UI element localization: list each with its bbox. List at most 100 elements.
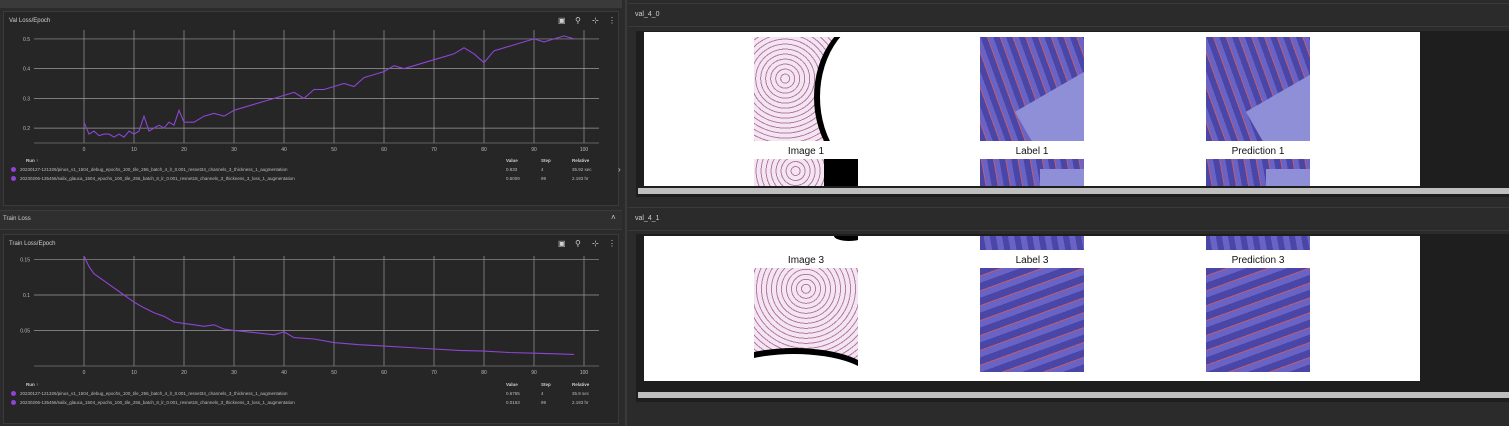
x-tick-label: 0: [83, 147, 86, 153]
image-tile: [754, 159, 858, 186]
value-cell: 0.5009: [506, 176, 520, 181]
val-4-1-header: val_4_1: [628, 207, 1509, 231]
run-name: 20230127-121326/pinus_v1_1504_debug_epoc…: [20, 167, 288, 172]
background-region: [1266, 169, 1310, 186]
label-tile: [980, 268, 1084, 372]
y-tick-label: 0.15: [20, 258, 30, 264]
legend-row[interactable]: 20230127-121326/pinus_v1_1504_debug_epoc…: [11, 167, 288, 173]
x-tick-label: 100: [580, 147, 589, 153]
series-color-dot: [11, 400, 16, 406]
col-step[interactable]: Step: [541, 382, 551, 387]
chevron-right-icon[interactable]: ›: [618, 165, 621, 174]
series-line: [83, 255, 575, 355]
y-tick-label: 0.1: [23, 293, 30, 299]
image-tile: [754, 37, 858, 141]
prediction-tile: [1206, 268, 1310, 372]
label-tile: [980, 159, 1084, 186]
val-4-1-frame: Image 3 Label 3 Prediction 3: [636, 234, 1509, 402]
val-loss-legend-table: Run ↑ Value Step Relative 20230127-12132…: [4, 158, 618, 198]
val-4-1-label: val_4_1: [635, 215, 660, 222]
col-value[interactable]: Value: [506, 158, 518, 163]
x-tick-label: 80: [481, 147, 487, 153]
prediction-caption: Prediction 1: [1231, 146, 1285, 157]
step-cell: 4: [541, 167, 544, 172]
val-4-0-image: Image 1 Label 1 Prediction 1: [644, 32, 1420, 186]
image-tile: [754, 268, 858, 372]
run-name: 20230206-135456/salix_glauca_1504_epochs…: [20, 176, 295, 181]
val-4-0-header: val_4_0: [628, 3, 1509, 27]
x-tick-label: 0: [83, 370, 86, 376]
prediction-tile: [1206, 236, 1310, 250]
y-tick-label: 0.4: [23, 67, 30, 73]
image-caption: Image 1: [787, 146, 825, 157]
value-cell: 0.6755: [506, 391, 520, 396]
x-tick-label: 80: [481, 370, 487, 376]
pin-icon[interactable]: ⚲: [575, 240, 581, 248]
legend-row[interactable]: 20230127-121326/pinus_v1_1504_debug_epoc…: [11, 391, 287, 397]
val-loss-chart: 0 10 20 30 40 50 60 70 80 90 100 0.2 0.3 0.4 0.5: [23, 30, 599, 153]
run-name: 20230206-135456/salix_glauca_1504_epochs…: [20, 400, 295, 405]
x-tick-label: 90: [531, 370, 537, 376]
train-loss-header-label: Train Loss: [3, 216, 31, 222]
col-relative[interactable]: Relative: [572, 382, 589, 387]
horizontal-scrollbar[interactable]: [638, 188, 1509, 194]
val-4-1-image: Image 3 Label 3 Prediction 3: [644, 236, 1420, 381]
image-icon[interactable]: ▣: [558, 240, 566, 248]
col-step[interactable]: Step: [541, 158, 551, 163]
column-divider[interactable]: [625, 0, 627, 426]
x-tick-label: 70: [431, 370, 437, 376]
background-region: [1245, 56, 1310, 141]
col-run[interactable]: Run ↑: [26, 158, 38, 163]
left-top-strip: [0, 0, 622, 8]
col-value[interactable]: Value: [506, 382, 518, 387]
x-tick-label: 10: [131, 370, 137, 376]
label-tile: [980, 37, 1084, 141]
pin-icon[interactable]: ⚲: [575, 17, 581, 25]
col-run[interactable]: Run ↑: [26, 382, 38, 387]
series-color-dot: [11, 176, 16, 182]
val-loss-title: Val Loss/Epoch: [9, 18, 51, 24]
fit-domain-icon[interactable]: ⊹: [592, 17, 599, 25]
prediction-tile: [1206, 159, 1310, 186]
image-caption: Image 3: [787, 255, 825, 266]
val-loss-card: Val Loss/Epoch ▣ ⚲ ⊹ ⋮ 0 10 20 30 40 50 60 70 80…: [3, 11, 619, 206]
step-cell: 4: [541, 391, 544, 396]
legend-row[interactable]: 20230206-135456/salix_glauca_1504_epochs…: [11, 176, 295, 182]
train-loss-section-header[interactable]: Train Loss ˄: [0, 210, 622, 230]
relative-cell: 2.193 hr: [572, 400, 589, 405]
more-vert-icon[interactable]: ⋮: [608, 17, 616, 25]
val-4-0-label: val_4_0: [635, 11, 660, 18]
more-vert-icon[interactable]: ⋮: [608, 240, 616, 248]
x-tick-label: 20: [181, 147, 187, 153]
train-loss-title: Train Loss/Epoch: [9, 241, 56, 247]
relative-cell: 2.193 hr: [572, 176, 589, 181]
relative-cell: 35.92 sec: [572, 167, 592, 172]
x-tick-label: 70: [431, 147, 437, 153]
chevron-up-icon[interactable]: ˄: [611, 213, 616, 222]
x-tick-label: 60: [381, 147, 387, 153]
label-tile: [980, 236, 1084, 250]
image-icon[interactable]: ▣: [558, 17, 566, 25]
relative-cell: 35.9 sec: [572, 391, 590, 396]
dark-edge-shape: [834, 236, 858, 241]
prediction-tile: [1206, 37, 1310, 141]
x-tick-label: 40: [281, 147, 287, 153]
value-cell: 0.833: [506, 167, 518, 172]
x-tick-label: 30: [231, 147, 237, 153]
x-tick-label: 30: [231, 370, 237, 376]
series-color-dot: [11, 167, 16, 173]
step-cell: 99: [541, 400, 547, 405]
x-tick-label: 60: [381, 370, 387, 376]
col-relative[interactable]: Relative: [572, 158, 589, 163]
train-loss-chart: 0 10 20 30 40 50 60 70 80 90 100 0.05 0.1 0.15: [20, 255, 599, 376]
val-4-0-frame: Image 1 Label 1 Prediction 1: [636, 31, 1509, 197]
fit-domain-icon[interactable]: ⊹: [592, 240, 599, 248]
series-color-dot: [11, 391, 16, 397]
y-tick-label: 0.05: [20, 329, 30, 335]
image-tile: [754, 236, 858, 251]
label-caption: Label 3: [1015, 255, 1049, 266]
horizontal-scrollbar[interactable]: [638, 392, 1509, 398]
prediction-caption: Prediction 3: [1231, 255, 1285, 266]
legend-row[interactable]: 20230206-135456/salix_glauca_1504_epochs…: [11, 400, 295, 406]
dark-edge-shape: [824, 159, 858, 186]
